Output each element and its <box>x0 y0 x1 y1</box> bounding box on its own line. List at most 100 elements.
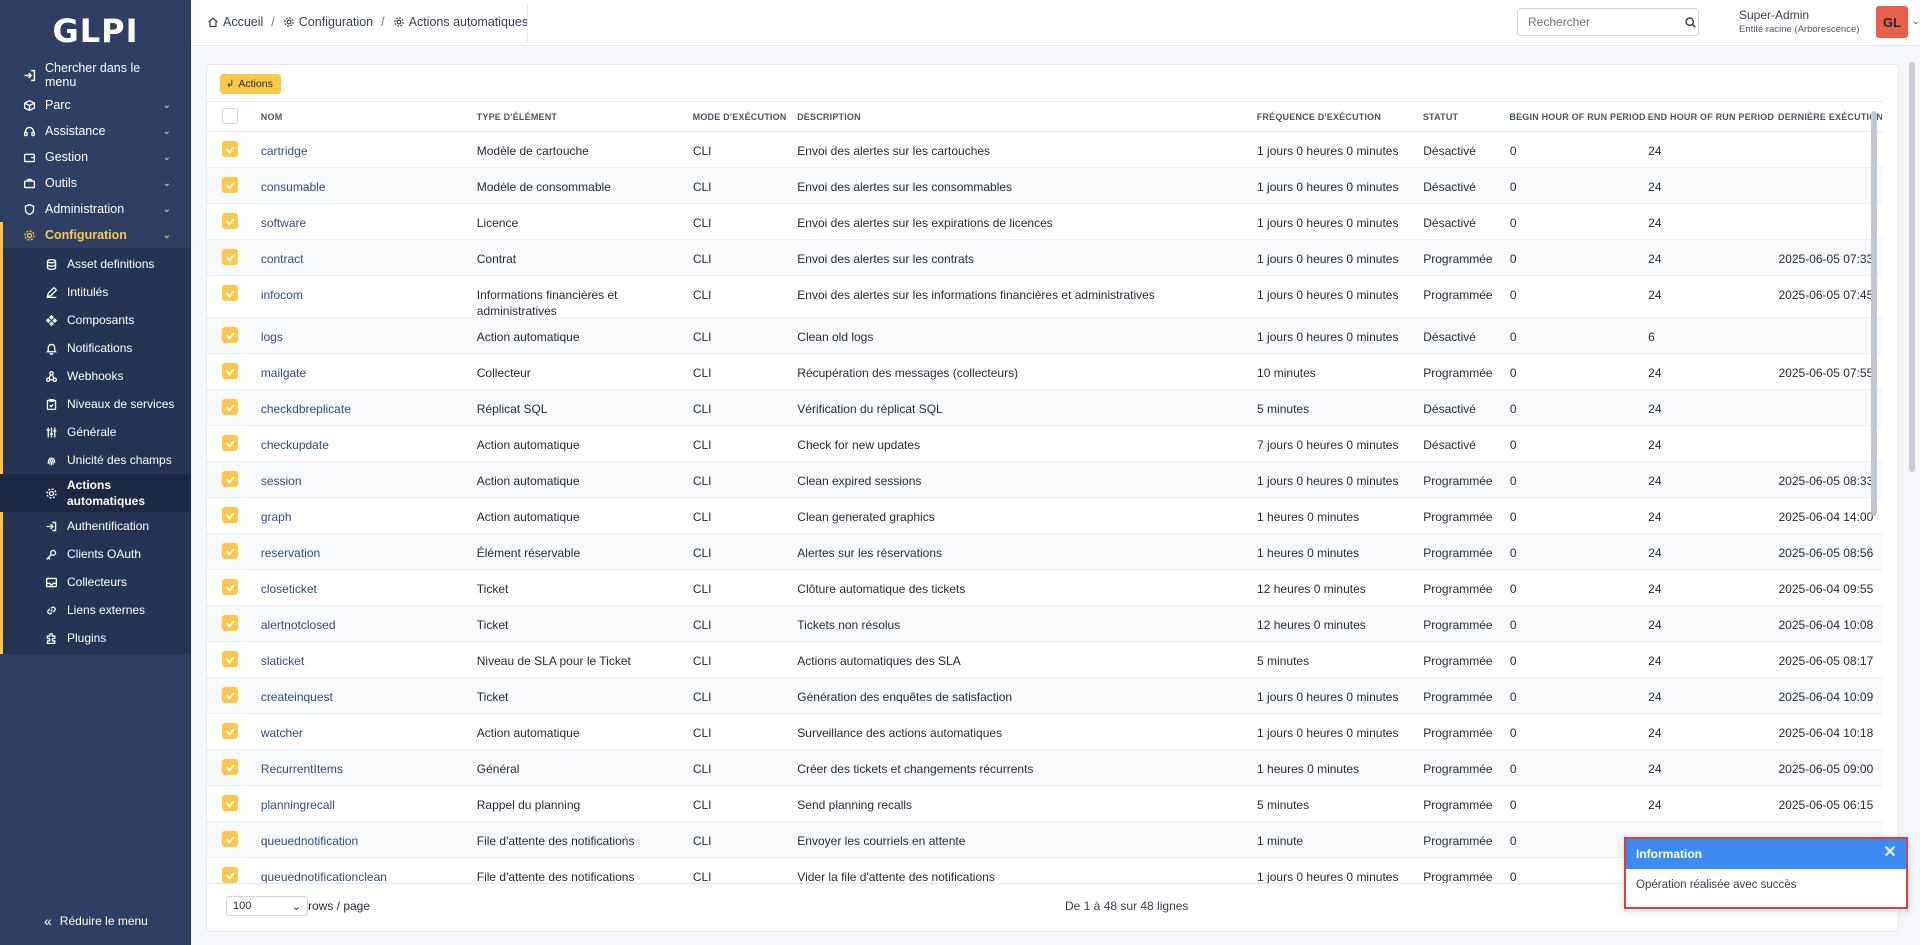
row-checkbox[interactable] <box>222 249 238 265</box>
table-row[interactable]: mailgate Collecteur CLI Récupération des me… <box>207 354 1882 390</box>
row-name[interactable]: cartridge <box>261 132 477 159</box>
table-row[interactable]: cartridge Modèle de cartouche CLI Envoi des… <box>207 132 1882 168</box>
row-checkbox[interactable] <box>222 759 238 775</box>
table-row[interactable]: reservation Élément réservable CLI Alertes … <box>207 534 1882 570</box>
row-checkbox[interactable] <box>222 141 238 157</box>
sidebar-item-administration[interactable]: Administration ⌄ <box>0 196 191 222</box>
row-checkbox[interactable] <box>222 399 238 415</box>
row-name[interactable]: queuednotificationclean <box>261 858 477 885</box>
chevron-down-icon[interactable]: ⌄ <box>1912 16 1920 27</box>
column-header-description[interactable]: Description <box>797 112 1257 122</box>
table-row[interactable]: createinquest Ticket CLI Génération des enq… <box>207 678 1882 714</box>
table-scrollbar[interactable] <box>1868 101 1880 885</box>
column-header-mode[interactable]: Mode d'exécution <box>693 112 797 122</box>
row-name[interactable]: contract <box>261 240 477 267</box>
row-checkbox[interactable] <box>222 579 238 595</box>
table-row[interactable]: logs Action automatique CLI Clean old logs 1… <box>207 318 1882 354</box>
row-name[interactable]: mailgate <box>261 354 477 381</box>
row-checkbox[interactable] <box>222 831 238 847</box>
row-name[interactable]: reservation <box>261 534 477 561</box>
sidebar-item-configuration[interactable]: Configuration ⌄ <box>0 222 191 248</box>
sidebar-item-niveaux-de-services[interactable]: Niveaux de services <box>0 390 191 418</box>
row-name[interactable]: logs <box>261 318 477 345</box>
sidebar-item-plugins[interactable]: Plugins <box>0 624 191 652</box>
user-info[interactable]: Super-Admin Entité racine (Arborescence) <box>1739 8 1859 35</box>
sidebar-item-liens-externes[interactable]: Liens externes <box>0 596 191 624</box>
sidebar-item-intitules[interactable]: Intitulés <box>0 278 191 306</box>
row-checkbox[interactable] <box>222 723 238 739</box>
table-row[interactable]: RecurrentItems Général CLI Créer des ticket… <box>207 750 1882 786</box>
column-header-frequence[interactable]: Fréquence d'exécution <box>1257 112 1423 122</box>
sidebar-item-asset-definitions[interactable]: Asset definitions <box>0 250 191 278</box>
row-name[interactable]: checkdbreplicate <box>261 390 477 417</box>
row-name[interactable]: planningrecall <box>261 786 477 813</box>
row-name[interactable]: graph <box>261 498 477 525</box>
row-checkbox[interactable] <box>222 507 238 523</box>
sidebar-item-generale[interactable]: Générale <box>0 418 191 446</box>
table-row[interactable]: planningrecall Rappel du planning CLI Send … <box>207 786 1882 822</box>
column-header-nom[interactable]: Nom <box>261 112 477 122</box>
row-name[interactable]: software <box>261 204 477 231</box>
page-scrollbar[interactable] <box>1904 46 1920 945</box>
row-checkbox[interactable] <box>222 435 238 451</box>
table-row[interactable]: consumable Modèle de consommable CLI Envoi … <box>207 168 1882 204</box>
breadcrumb-home[interactable]: Accueil <box>207 15 263 29</box>
row-checkbox[interactable] <box>222 615 238 631</box>
search-icon[interactable] <box>1683 16 1698 29</box>
row-name[interactable]: closeticket <box>261 570 477 597</box>
table-scroll-thumb[interactable] <box>1871 111 1877 516</box>
sidebar-item-gestion[interactable]: Gestion ⌄ <box>0 144 191 170</box>
sidebar-item-actions-automatiques[interactable]: Actions automatiques <box>0 474 191 512</box>
sidebar-item-assistance[interactable]: Assistance ⌄ <box>0 118 191 144</box>
row-name[interactable]: watcher <box>261 714 477 741</box>
table-row[interactable]: alertnotclosed Ticket CLI Tickets non résol… <box>207 606 1882 642</box>
row-name[interactable]: session <box>261 462 477 489</box>
breadcrumb-configuration[interactable]: Configuration <box>283 15 373 29</box>
column-header-begin-hour[interactable]: Begin hour of run period <box>1509 112 1647 122</box>
column-header-end-hour[interactable]: End hour of run period <box>1648 112 1778 122</box>
row-name[interactable]: alertnotclosed <box>261 606 477 633</box>
row-checkbox[interactable] <box>222 285 238 301</box>
rows-per-page-select[interactable]: 100 ⌄ <box>226 896 308 916</box>
select-all-checkbox[interactable] <box>222 107 238 124</box>
table-row[interactable]: graph Action automatique CLI Clean generate… <box>207 498 1882 534</box>
sidebar-item-composants[interactable]: Composants <box>0 306 191 334</box>
row-checkbox[interactable] <box>222 687 238 703</box>
sidebar-item-authentification[interactable]: Authentification <box>0 512 191 540</box>
row-checkbox[interactable] <box>222 327 238 343</box>
table-row[interactable]: checkdbreplicate Réplicat SQL CLI Vérificat… <box>207 390 1882 426</box>
table-row[interactable]: checkupdate Action automatique CLI Check fo… <box>207 426 1882 462</box>
menu-search[interactable]: Chercher dans le menu <box>0 61 191 89</box>
collapse-menu-button[interactable]: « Réduire le menu <box>44 913 148 929</box>
row-name[interactable]: slaticket <box>261 642 477 669</box>
row-checkbox[interactable] <box>222 543 238 559</box>
table-row[interactable]: closeticket Ticket CLI Clôture automatique … <box>207 570 1882 606</box>
avatar[interactable]: GL <box>1876 6 1908 38</box>
sidebar-item-outils[interactable]: Outils ⌄ <box>0 170 191 196</box>
row-name[interactable]: queuednotification <box>261 822 477 849</box>
column-header-type[interactable]: Type d'élément <box>477 112 693 122</box>
row-checkbox[interactable] <box>222 471 238 487</box>
column-header-derniere-execution[interactable]: Dernière exécution <box>1778 112 1882 122</box>
row-checkbox[interactable] <box>222 651 238 667</box>
table-row[interactable]: slaticket Niveau de SLA pour le Ticket CLI… <box>207 642 1882 678</box>
column-header-statut[interactable]: Statut <box>1423 112 1510 122</box>
row-name[interactable]: consumable <box>261 168 477 195</box>
sidebar-item-webhooks[interactable]: Webhooks <box>0 362 191 390</box>
row-name[interactable]: RecurrentItems <box>261 750 477 777</box>
row-checkbox[interactable] <box>222 177 238 193</box>
close-icon[interactable]: ✕ <box>1882 845 1898 861</box>
table-row[interactable]: software Licence CLI Envoi des alertes sur … <box>207 204 1882 240</box>
row-name[interactable]: createinquest <box>261 678 477 705</box>
sidebar-item-parc[interactable]: Parc ⌄ <box>0 92 191 118</box>
row-checkbox[interactable] <box>222 867 238 883</box>
sidebar-item-clients-oauth[interactable]: Clients OAuth <box>0 540 191 568</box>
table-row[interactable]: watcher Action automatique CLI Surveillance… <box>207 714 1882 750</box>
breadcrumb-actions-automatiques[interactable]: Actions automatiques <box>393 15 528 29</box>
glpi-logo[interactable]: GLPI <box>0 0 191 62</box>
sidebar-item-notifications[interactable]: Notifications <box>0 334 191 362</box>
sidebar-item-collecteurs[interactable]: Collecteurs <box>0 568 191 596</box>
sidebar-item-unicite-des-champs[interactable]: Unicité des champs <box>0 446 191 474</box>
row-name[interactable]: infocom <box>261 276 477 303</box>
search-input[interactable] <box>1518 9 1683 35</box>
